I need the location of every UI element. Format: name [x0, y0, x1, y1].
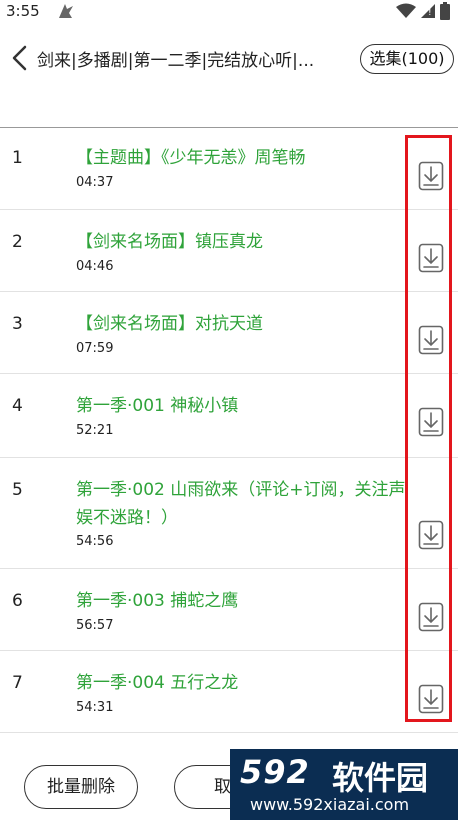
episode-duration: 54:56: [76, 534, 114, 549]
watermark-logo: 592 软件园 www.592xiazai.com: [230, 749, 458, 820]
episode-title: 第一季·002 山雨欲来（评论+订阅，关注声娱不迷路！）: [76, 480, 406, 528]
episode-duration: 56:57: [76, 618, 114, 633]
list-item[interactable]: 7 第一季·004 五行之龙 54:31: [0, 651, 458, 733]
episode-number: 1: [12, 148, 23, 168]
list-item[interactable]: 3 【剑来名场面】对抗天道 07:59: [0, 292, 458, 374]
watermark-name: 软件园: [332, 759, 429, 797]
status-bar: 3:55 !: [0, 0, 458, 24]
batch-delete-button[interactable]: 批量删除: [24, 765, 138, 809]
episode-number: 2: [12, 232, 23, 252]
episode-select-button[interactable]: 选集(100): [360, 44, 454, 74]
list-item[interactable]: 5 第一季·002 山雨欲来（评论+订阅，关注声娱不迷路！） 54:56: [0, 458, 458, 569]
signal-icon: !: [421, 4, 435, 18]
status-icons: !: [396, 2, 450, 20]
episode-duration: 04:46: [76, 259, 114, 274]
page-title: 剑来|多播剧|第一二季|完结放心听|...: [37, 51, 315, 71]
episode-number: 6: [12, 591, 23, 611]
episode-title: 第一季·003 捕蛇之鹰: [76, 591, 239, 611]
list-item[interactable]: 1 【主题曲】《少年无恙》周笔畅 04:37: [0, 128, 458, 210]
episode-title: 【主题曲】《少年无恙》周笔畅: [76, 148, 306, 168]
status-time: 3:55: [6, 2, 40, 20]
back-arrow-icon[interactable]: [8, 44, 32, 72]
battery-icon: [440, 2, 450, 20]
notification-bird-icon: [59, 4, 73, 18]
episode-number: 3: [12, 314, 23, 334]
episode-duration: 04:37: [76, 175, 114, 190]
episode-duration: 52:21: [76, 423, 114, 438]
svg-text:!: !: [428, 8, 432, 18]
list-item[interactable]: 4 第一季·001 神秘小镇 52:21: [0, 374, 458, 458]
download-column-highlight: [405, 135, 452, 722]
nav-bar: 剑来|多播剧|第一二季|完结放心听|... 选集(100): [0, 36, 458, 80]
wifi-icon: [396, 3, 416, 18]
episode-number: 4: [12, 396, 23, 416]
episode-title: 【剑来名场面】对抗天道: [76, 314, 263, 334]
episode-number: 7: [12, 673, 23, 693]
watermark-number: 592: [240, 753, 310, 791]
list-item[interactable]: 2 【剑来名场面】镇压真龙 04:46: [0, 210, 458, 292]
episode-title: 第一季·004 五行之龙: [76, 673, 239, 693]
episode-title: 【剑来名场面】镇压真龙: [76, 232, 263, 252]
episode-duration: 07:59: [76, 341, 114, 356]
list-item[interactable]: 6 第一季·003 捕蛇之鹰 56:57: [0, 569, 458, 651]
watermark-url: www.592xiazai.com: [250, 795, 410, 814]
episode-number: 5: [12, 480, 23, 500]
episode-duration: 54:31: [76, 700, 114, 715]
episode-title: 第一季·001 神秘小镇: [76, 396, 239, 416]
